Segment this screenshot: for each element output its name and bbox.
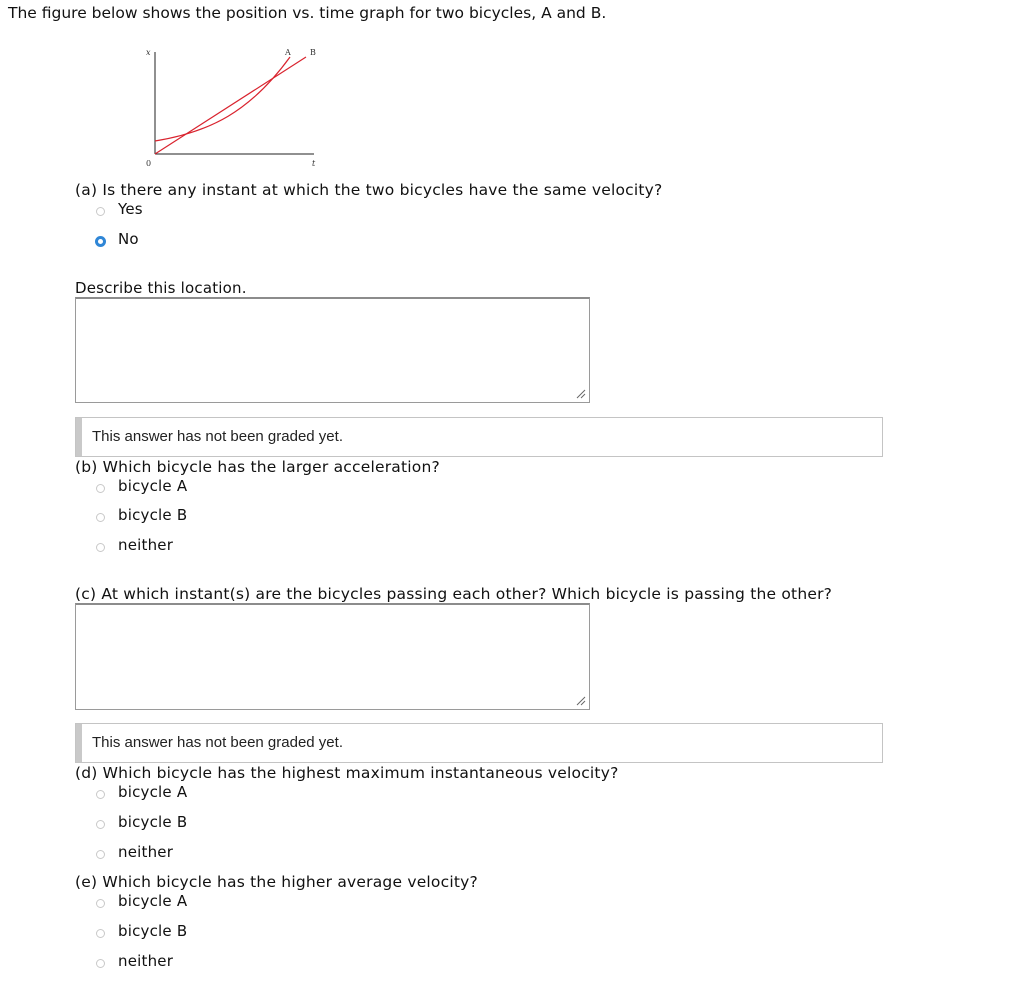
radio-e-bicycle-b[interactable] — [96, 928, 105, 938]
option-label: neither — [118, 536, 174, 554]
option-e-bicycle-a[interactable]: bicycle A — [96, 891, 187, 911]
describe-label: Describe this location. — [75, 279, 247, 297]
position-time-graph: x t 0 A B — [146, 48, 316, 168]
graded-message: This answer has not been graded yet. — [92, 428, 343, 445]
radio-d-bicycle-a[interactable] — [96, 789, 105, 799]
resize-grip-icon[interactable] — [576, 389, 586, 399]
option-label: bicycle B — [118, 813, 188, 831]
option-b-bicycle-a[interactable]: bicycle A — [96, 476, 187, 496]
describe-textarea[interactable] — [75, 297, 590, 403]
y-axis-label: x — [146, 48, 151, 57]
passing-textarea[interactable] — [75, 603, 590, 710]
option-e-neither[interactable]: neither — [96, 951, 173, 971]
option-label: neither — [118, 843, 174, 861]
option-label: Yes — [118, 200, 143, 218]
option-label: No — [118, 230, 139, 248]
option-label: bicycle A — [118, 892, 188, 910]
origin-label: 0 — [146, 159, 151, 168]
option-b-neither[interactable]: neither — [96, 535, 173, 555]
resize-grip-icon[interactable] — [576, 696, 586, 706]
option-a-yes[interactable]: Yes — [96, 199, 143, 219]
radio-a-yes[interactable] — [96, 206, 105, 216]
line-b — [154, 56, 307, 155]
radio-e-bicycle-a[interactable] — [96, 898, 105, 908]
radio-b-neither[interactable] — [96, 542, 105, 552]
option-b-bicycle-b[interactable]: bicycle B — [96, 505, 187, 525]
question-a: (a) Is there any instant at which the tw… — [75, 181, 663, 199]
radio-b-bicycle-b[interactable] — [96, 512, 105, 522]
option-label: bicycle A — [118, 477, 188, 495]
radio-a-no-selected[interactable] — [95, 235, 106, 247]
option-label: bicycle B — [118, 922, 188, 940]
x-axis-label: t — [312, 159, 316, 168]
notice-bar — [76, 724, 82, 762]
question-d: (d) Which bicycle has the highest maximu… — [75, 764, 619, 782]
question-e: (e) Which bicycle has the higher average… — [75, 873, 478, 891]
option-a-no[interactable]: No — [95, 229, 139, 249]
graded-notice-c: This answer has not been graded yet. — [75, 723, 883, 763]
option-e-bicycle-b[interactable]: bicycle B — [96, 921, 187, 941]
option-d-bicycle-b[interactable]: bicycle B — [96, 812, 187, 832]
question-c: (c) At which instant(s) are the bicycles… — [75, 585, 833, 603]
intro-text: The figure below shows the position vs. … — [8, 4, 607, 22]
option-label: bicycle B — [118, 506, 188, 524]
graded-message: This answer has not been graded yet. — [92, 734, 343, 751]
option-label: bicycle A — [118, 783, 188, 801]
curve-a-label: A — [284, 48, 291, 57]
question-b: (b) Which bicycle has the larger acceler… — [75, 458, 440, 476]
option-d-neither[interactable]: neither — [96, 842, 173, 862]
radio-b-bicycle-a[interactable] — [96, 483, 105, 493]
radio-d-bicycle-b[interactable] — [96, 819, 105, 829]
option-d-bicycle-a[interactable]: bicycle A — [96, 782, 187, 802]
option-label: neither — [118, 952, 174, 970]
graded-notice-a: This answer has not been graded yet. — [75, 417, 883, 457]
curve-a — [154, 56, 291, 142]
notice-bar — [76, 418, 82, 456]
radio-e-neither[interactable] — [96, 958, 105, 968]
radio-d-neither[interactable] — [96, 849, 105, 859]
curve-b-label: B — [310, 48, 316, 57]
